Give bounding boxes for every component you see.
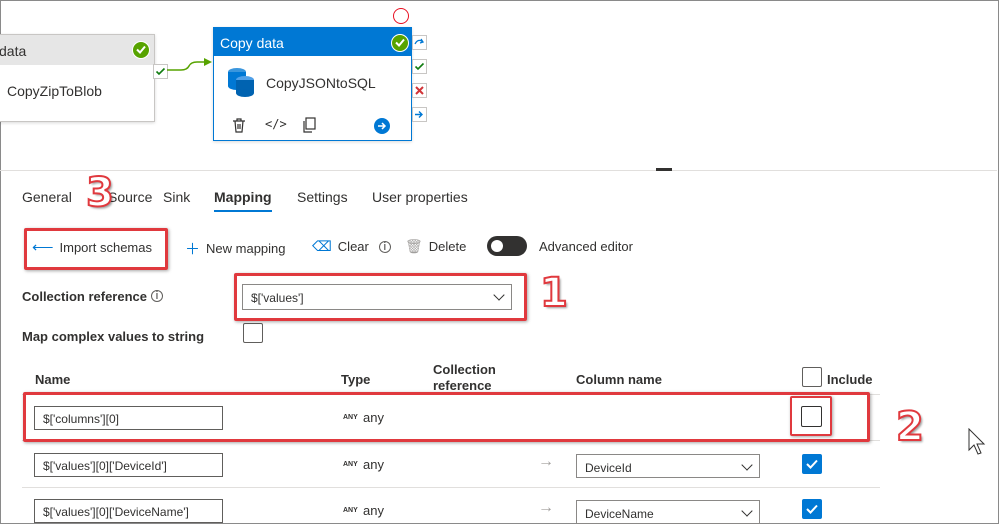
trash-icon: 🗑	[405, 238, 423, 254]
success-output-icon[interactable]	[153, 64, 168, 79]
resize-grip[interactable]	[656, 168, 672, 171]
delete-label: Delete	[428, 239, 467, 254]
name-input[interactable]: $['values'][0]['DeviceId']	[34, 453, 223, 477]
activity-name: CopyJSONtoSQL	[266, 75, 376, 91]
code-icon[interactable]: </>	[265, 117, 287, 131]
success-icon	[132, 41, 150, 59]
row-divider	[22, 487, 880, 488]
tab-sink[interactable]: Sink	[163, 189, 190, 205]
activity-header-label: Copy data	[220, 35, 284, 51]
trash-icon[interactable]	[232, 118, 246, 133]
activity-header: data	[0, 35, 154, 65]
clear-label: Clear	[337, 239, 369, 254]
column-name-value: DeviceId	[585, 461, 632, 475]
annotation-box-checkbox	[790, 396, 832, 436]
info-icon: i	[378, 240, 391, 253]
annotation-number-3: 3	[85, 169, 115, 217]
type-value: any	[363, 503, 384, 518]
type-value: any	[363, 457, 384, 472]
chevron-down-icon	[741, 505, 753, 517]
column-name-select[interactable]: DeviceName	[576, 500, 760, 524]
arrow-right-icon: →	[538, 499, 554, 516]
annotation-box-3	[24, 228, 168, 270]
advanced-editor-toggle[interactable]: Advanced editor	[487, 236, 633, 256]
success-output-icon[interactable]	[412, 59, 427, 74]
tab-general[interactable]: General	[22, 189, 72, 205]
any-type-badge: ANY	[343, 507, 358, 514]
annotation-number-1: 1	[539, 269, 569, 317]
completion-output-icon[interactable]	[412, 107, 427, 122]
database-icon	[228, 68, 254, 97]
tab-user-properties[interactable]: User properties	[372, 189, 468, 205]
map-complex-label: Map complex values to string	[22, 329, 205, 344]
mouse-cursor-icon	[968, 428, 986, 455]
unsaved-indicator-icon	[393, 8, 409, 24]
activity-header: Copy data	[214, 28, 411, 56]
column-name-select[interactable]: DeviceId	[576, 454, 760, 478]
eraser-icon: ⌫	[312, 238, 332, 254]
header-type: Type	[341, 372, 371, 387]
advanced-editor-label: Advanced editor	[539, 238, 633, 254]
include-all-checkbox[interactable]	[802, 367, 822, 387]
map-complex-checkbox[interactable]	[243, 323, 263, 343]
panel-divider	[0, 170, 997, 171]
arrow-right-icon: →	[538, 453, 554, 470]
collection-reference-label: Collection reference i	[22, 289, 163, 304]
header-column-name: Column name	[576, 372, 662, 387]
activity-copyjsontosql[interactable]: Copy data CopyJSONtoSQL </>	[213, 27, 412, 141]
delete-button[interactable]: 🗑 Delete	[405, 238, 466, 255]
copy-icon[interactable]	[302, 117, 316, 133]
activity-copyziptoblob[interactable]: data CopyZipToBlob	[0, 34, 155, 122]
toggle-switch[interactable]	[487, 236, 527, 256]
tab-settings[interactable]: Settings	[297, 189, 348, 205]
activity-name: CopyZipToBlob	[7, 83, 102, 99]
failure-output-icon[interactable]	[412, 83, 427, 98]
connector-arrow	[167, 58, 212, 71]
header-name: Name	[35, 372, 71, 387]
header-collection-reference: Collection reference	[433, 362, 496, 393]
new-mapping-label: New mapping	[206, 241, 286, 256]
tab-source[interactable]: Source	[108, 189, 152, 205]
go-arrow-icon[interactable]	[374, 118, 390, 134]
new-mapping-button[interactable]: ＋ New mapping	[185, 238, 286, 259]
chevron-down-icon	[741, 459, 753, 471]
plus-icon: ＋	[185, 241, 201, 258]
column-name-value: DeviceName	[585, 507, 654, 521]
active-tab-indicator	[214, 210, 272, 212]
name-input[interactable]: $['values'][0]['DeviceName']	[34, 499, 223, 523]
annotation-box-2	[23, 392, 870, 442]
header-include: Include	[827, 372, 873, 387]
annotation-box-1	[234, 273, 527, 321]
tab-mapping[interactable]: Mapping	[214, 189, 272, 205]
info-icon: i	[151, 290, 163, 302]
skip-output-icon[interactable]	[412, 35, 427, 50]
include-checkbox[interactable]	[802, 499, 822, 519]
annotation-number-2: 2	[895, 403, 925, 451]
clear-button[interactable]: ⌫ Clear i	[312, 238, 391, 255]
any-type-badge: ANY	[343, 461, 358, 468]
include-checkbox[interactable]	[802, 454, 822, 474]
activity-header-label: data	[0, 43, 27, 59]
success-icon	[391, 34, 409, 52]
